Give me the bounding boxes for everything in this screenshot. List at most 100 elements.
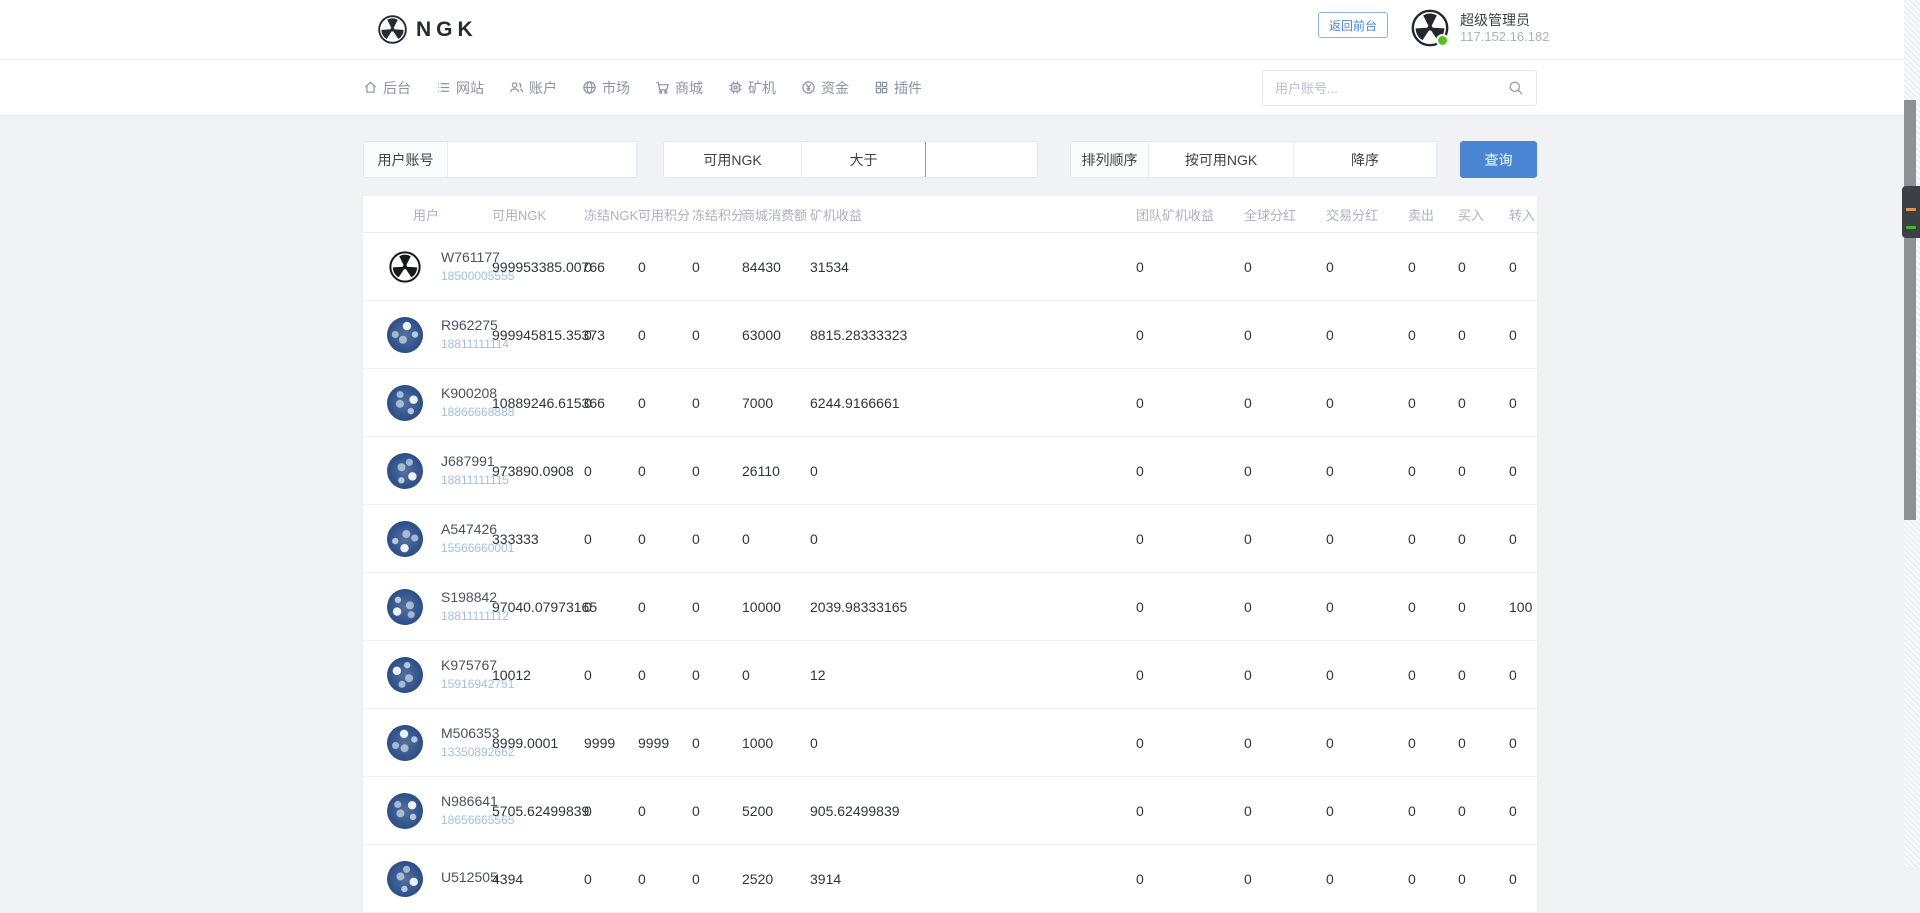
- scrollbar-thumb[interactable]: [1904, 100, 1916, 520]
- cell-frozen-ngk: 0: [584, 844, 638, 913]
- users-table-card: 用户 可用NGK 冻结NGK 可用积分 冻结积分 商城消费额 矿机收益 团队矿机收益 全球分红交…: [363, 196, 1537, 913]
- condition-value-input[interactable]: [925, 142, 1036, 177]
- search-input[interactable]: [1263, 80, 1508, 96]
- cell-buy: 0: [1458, 368, 1509, 437]
- cell-buy: 0: [1458, 436, 1509, 505]
- column-header: 全球分红: [1244, 196, 1326, 233]
- scroll-marker-widget[interactable]: [1902, 186, 1920, 238]
- cell-sell: 0: [1408, 640, 1458, 709]
- cell-trade-dividend: 0: [1326, 300, 1408, 369]
- cell-miner-income: 12: [810, 640, 1136, 709]
- cell-frozen-points: 0: [692, 436, 742, 505]
- cell-available-ngk: 333333: [492, 504, 584, 573]
- main-nav: 后台 网站 账户 市场 商城 矿机 资金 插件: [0, 60, 1920, 116]
- cell-miner-income: 8815.28333323: [810, 300, 1136, 369]
- cell-available-ngk: 5705.62499839: [492, 776, 589, 845]
- nav-item-website[interactable]: 网站: [436, 78, 484, 98]
- sort-order-value: 降序: [1351, 151, 1379, 168]
- table-row: M506353 13350892662 8999.0001 9999 9999 …: [363, 708, 1537, 777]
- nav-item-accounts[interactable]: 账户: [509, 78, 557, 98]
- query-button[interactable]: 查询: [1460, 141, 1537, 178]
- cell-miner-income: 31534: [810, 232, 1136, 301]
- cell-transfer-in: 0: [1509, 640, 1537, 709]
- cell-mall-spend: 2520: [742, 844, 810, 913]
- cell-sell: 0: [1408, 368, 1458, 437]
- table-row: U512505 4394 0 0 0 2520 3914 0 0 0 0 0 0: [363, 844, 1537, 913]
- user-name: U512505: [441, 868, 498, 885]
- cell-trade-dividend: 0: [1326, 232, 1408, 301]
- nav-item-label: 网站: [456, 79, 484, 96]
- account-filter-input[interactable]: [448, 142, 636, 177]
- cell-available-points: 0: [638, 232, 692, 301]
- search-icon[interactable]: [1508, 80, 1524, 96]
- operator-select-value: 大于: [849, 151, 878, 168]
- user-avatar: [379, 717, 431, 768]
- cell-sell: 0: [1408, 572, 1458, 641]
- cell-miner-income: 0: [810, 504, 1136, 573]
- nav-item-plugins[interactable]: 插件: [874, 78, 922, 98]
- nav-item-label: 矿机: [748, 79, 776, 96]
- column-header: 可用积分: [638, 196, 692, 233]
- admin-text: 超级管理员 117.152.16.182: [1460, 11, 1549, 45]
- cell-trade-dividend: 0: [1326, 640, 1408, 709]
- user-cell: S198842 18811111112: [363, 584, 509, 629]
- user-avatar: [380, 854, 430, 903]
- cell-available-ngk: 999953385.00766: [492, 232, 605, 301]
- nav-item-backend[interactable]: 后台: [363, 78, 411, 98]
- cell-buy: 0: [1458, 232, 1509, 301]
- back-to-front-button[interactable]: 返回前台: [1318, 12, 1388, 38]
- nav-item-label: 市场: [602, 79, 630, 96]
- ngk-logo-icon: [377, 14, 408, 45]
- cell-transfer-in: 0: [1509, 232, 1537, 301]
- cell-frozen-points: 0: [692, 640, 742, 709]
- cell-available-ngk: 4394: [492, 844, 584, 913]
- user-cell: K975767 15916942751: [363, 651, 514, 698]
- nav-item-mall[interactable]: 商城: [655, 78, 703, 98]
- cell-mall-spend: 1000: [742, 708, 810, 777]
- brand-logo: NGK: [377, 14, 478, 45]
- nav-item-funds[interactable]: 资金: [801, 78, 849, 98]
- user-avatar: [384, 449, 426, 492]
- admin-info[interactable]: 超级管理员 117.152.16.182: [1410, 8, 1549, 48]
- cell-frozen-points: 0: [692, 572, 742, 641]
- ngk-avatar-icon: [1410, 8, 1450, 48]
- sort-order-select[interactable]: 降序: [1293, 142, 1436, 177]
- cell-team-miner-income: 0: [1136, 232, 1244, 301]
- nav-item-miners[interactable]: 矿机: [728, 78, 776, 98]
- cell-buy: 0: [1458, 504, 1509, 573]
- cell-frozen-ngk: 0: [584, 504, 638, 573]
- users-table: 用户 可用NGK 冻结NGK 可用积分 冻结积分 商城消费额 矿机收益 团队矿机收益 全球分红交…: [363, 196, 1537, 913]
- user-cell: R962275 18811111114: [363, 309, 509, 360]
- field-select[interactable]: 可用NGK: [664, 142, 801, 177]
- field-select-value: 可用NGK: [703, 151, 762, 168]
- user-avatar: [382, 584, 428, 629]
- cell-available-ngk: 8999.0001: [492, 708, 584, 777]
- user-cell: N986641 18656665565: [363, 790, 514, 831]
- nav-item-label: 资金: [821, 79, 849, 96]
- cell-frozen-ngk: 9999: [584, 708, 638, 777]
- cell-global-dividend: 0: [1244, 776, 1326, 845]
- table-row: N986641 18656665565 5705.62499839 0 0 0 …: [363, 776, 1537, 845]
- cell-global-dividend: 0: [1244, 436, 1326, 505]
- admin-avatar: [1410, 8, 1450, 48]
- cell-sell: 0: [1408, 844, 1458, 913]
- cell-mall-spend: 7000: [742, 368, 810, 437]
- table-row: S198842 18811111112 97040.07973165 0 0 0…: [363, 572, 1537, 641]
- cell-team-miner-income: 0: [1136, 708, 1244, 777]
- cell-frozen-points: 0: [692, 368, 742, 437]
- filter-bar: 用户账号 可用NGK 大于 排列顺序 按可用NGK 降序 查询: [363, 141, 1537, 178]
- nav-item-market[interactable]: 市场: [582, 78, 630, 98]
- sort-field-select[interactable]: 按可用NGK: [1149, 142, 1293, 177]
- operator-select[interactable]: 大于: [801, 142, 925, 177]
- column-header: 交易分红: [1326, 196, 1408, 233]
- column-header: 转入: [1509, 196, 1537, 233]
- cell-mall-spend: 0: [742, 504, 810, 573]
- cell-global-dividend: 0: [1244, 300, 1326, 369]
- cell-sell: 0: [1408, 776, 1458, 845]
- cell-mall-spend: 84430: [742, 232, 810, 301]
- user-avatar: [380, 309, 430, 360]
- list-icon: [437, 83, 450, 92]
- cell-available-points: 0: [638, 572, 692, 641]
- user-avatar: [379, 513, 431, 564]
- cell-frozen-points: 0: [692, 844, 742, 913]
